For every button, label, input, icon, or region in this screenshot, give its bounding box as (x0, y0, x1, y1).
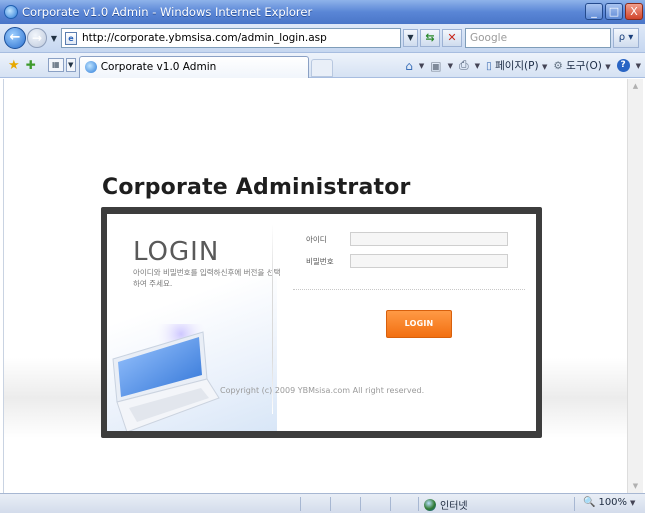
gear-icon: ⚙ (553, 60, 567, 72)
page-icon: e (65, 31, 77, 45)
forward-button[interactable]: → (27, 28, 47, 48)
feeds-dropdown[interactable]: ▼ (448, 62, 453, 70)
status-separator (418, 497, 419, 511)
feeds-icon[interactable]: ▣ (430, 59, 441, 73)
tab-toolbar: ★ ✚ ▦ ▼ Corporate v1.0 Admin ⌂ ▼ ▣ ▼ ⎙ ▼ ▯ … (0, 53, 645, 78)
tab-ie-icon (84, 61, 97, 73)
scroll-up-arrow[interactable]: ▲ (628, 79, 643, 93)
stop-button[interactable]: ✕ (442, 29, 462, 47)
login-description: 아이디와 비밀번호를 입력하신후에 버전을 선택하여 주세요. (133, 268, 281, 288)
address-dropdown-button[interactable]: ▼ (403, 29, 418, 47)
login-title: LOGIN (133, 237, 220, 267)
password-field[interactable] (350, 254, 508, 268)
page-menu-label: 페이지(P) (495, 60, 539, 72)
zoom-dropdown[interactable]: ▼ (630, 499, 635, 507)
address-toolbar: ← → ▼ e http://corporate.ybmsisa.com/adm… (0, 24, 645, 53)
window-title: Corporate v1.0 Admin - Windows Internet … (22, 5, 313, 19)
refresh-button[interactable]: ⇆ (420, 29, 440, 47)
minimize-button[interactable]: _ (585, 3, 603, 20)
status-separator (300, 497, 301, 511)
print-dropdown[interactable]: ▼ (475, 62, 480, 70)
command-bar: ⌂ ▼ ▣ ▼ ⎙ ▼ ▯ 페이지(P) ▼ ⚙ 도구(O) ▼ ? ▼ (405, 53, 645, 78)
quick-tabs-button[interactable]: ▦ (47, 58, 64, 72)
title-bar: Corporate v1.0 Admin - Windows Internet … (0, 0, 645, 24)
home-icon[interactable]: ⌂ (405, 59, 413, 73)
globe-icon (424, 498, 436, 511)
login-panel-inner: LOGIN 아이디와 비밀번호를 입력하신후에 버전을 선택하여 주세요. 아이… (107, 214, 536, 431)
status-separator (574, 497, 575, 511)
tab-list-dropdown[interactable]: ▼ (65, 58, 76, 72)
window-controls: _ □ X (585, 3, 643, 20)
id-field[interactable] (350, 232, 508, 246)
page-menu-icon: ▯ (485, 60, 496, 72)
zoom-icon: 🔍 (583, 497, 596, 508)
home-dropdown[interactable]: ▼ (419, 62, 424, 70)
page-title: Corporate Administrator (102, 175, 411, 200)
tab-active[interactable]: Corporate v1.0 Admin (78, 55, 309, 78)
copyright-text: Copyright (c) 2009 YBMsisa.com All right… (220, 386, 425, 395)
status-separator (390, 497, 391, 511)
recent-pages-dropdown[interactable]: ▼ (49, 34, 59, 43)
page-menu[interactable]: ▯ 페이지(P) ▼ (486, 58, 547, 73)
scroll-down-arrow[interactable]: ▼ (628, 479, 643, 493)
zoom-level: 100% (598, 497, 628, 508)
address-bar[interactable]: e http://corporate.ybmsisa.com/admin_log… (61, 28, 401, 48)
panel-divider-horizontal (293, 289, 525, 290)
print-icon[interactable]: ⎙ (459, 58, 469, 73)
status-separator (360, 497, 361, 511)
login-button[interactable]: LOGIN (386, 310, 452, 338)
search-button[interactable]: ρ ▾ (613, 28, 639, 48)
status-separator (330, 497, 331, 511)
id-label: 아이디 (306, 235, 327, 244)
help-dropdown[interactable]: ▼ (636, 62, 641, 70)
status-bar: 인터넷 🔍 100% ▼ (0, 493, 645, 513)
page-viewport: Corporate Administrator LOGIN 아이디와 비밀번호를… (3, 79, 627, 493)
tools-menu[interactable]: ⚙ 도구(O) ▼ (553, 58, 610, 73)
login-panel: LOGIN 아이디와 비밀번호를 입력하신후에 버전을 선택하여 주세요. 아이… (101, 207, 542, 438)
new-tab-button[interactable] (310, 58, 333, 77)
vertical-scrollbar[interactable]: ▲ ▼ (627, 79, 643, 493)
password-label: 비밀번호 (306, 257, 334, 266)
add-favorites-icon[interactable]: ✚ (26, 58, 36, 72)
tools-menu-label: 도구(O) (566, 60, 602, 72)
laptop-illustration (112, 324, 220, 431)
favorites-star-icon[interactable]: ★ (8, 58, 20, 73)
security-zone[interactable]: 인터넷 (424, 497, 468, 512)
search-input[interactable]: Google (465, 28, 611, 48)
address-url[interactable]: http://corporate.ybmsisa.com/admin_login… (82, 32, 327, 44)
back-button[interactable]: ← (4, 27, 26, 49)
help-icon[interactable]: ? (616, 59, 630, 72)
zone-label: 인터넷 (440, 501, 468, 512)
maximize-button[interactable]: □ (605, 3, 623, 20)
ie-logo-icon (4, 5, 18, 19)
tab-label: Corporate v1.0 Admin (100, 61, 217, 73)
zoom-control[interactable]: 🔍 100% ▼ (583, 497, 635, 508)
close-button[interactable]: X (625, 3, 643, 20)
